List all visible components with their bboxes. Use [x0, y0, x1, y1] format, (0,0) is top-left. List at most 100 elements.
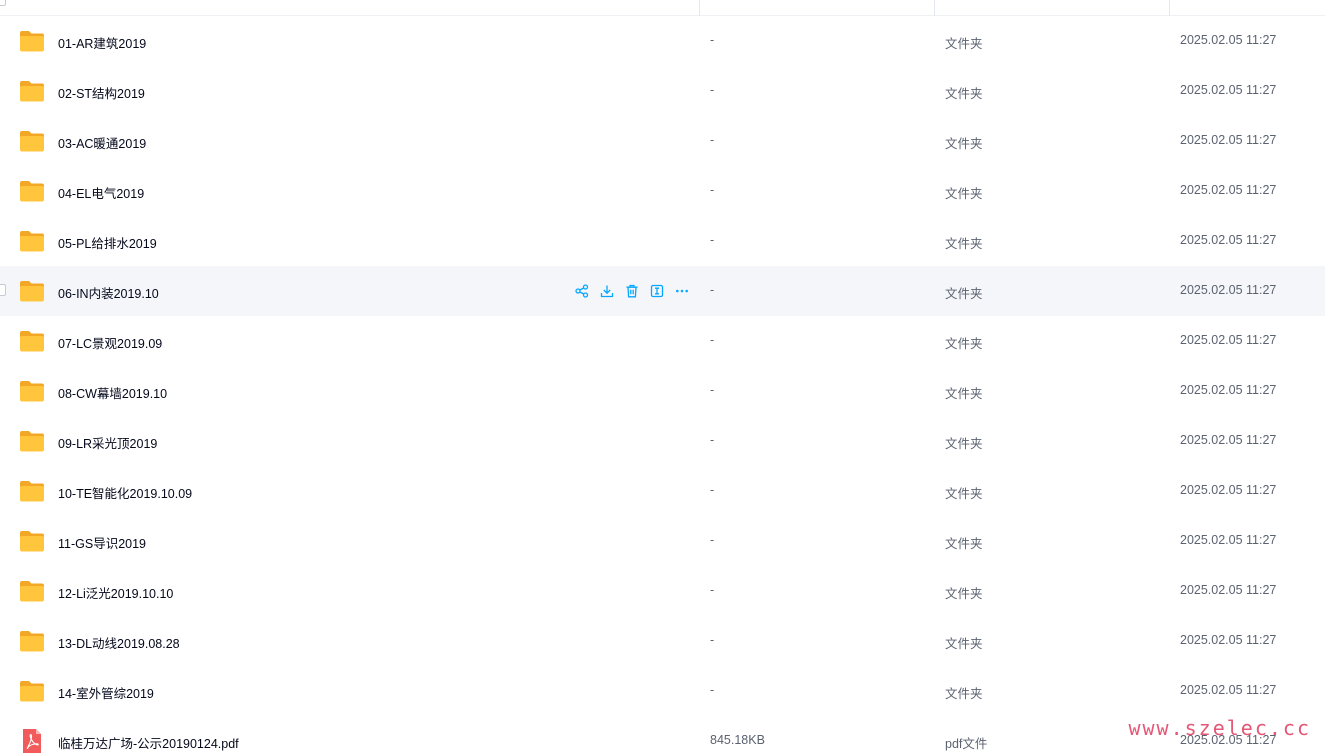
folder-icon: [19, 179, 45, 203]
file-type: 文件夹: [945, 487, 983, 501]
file-row[interactable]: 10-TE智能化2019.10.09 - 文件夹 2025.02.05 11:27: [0, 466, 1325, 516]
file-row[interactable]: 临桂万达广场-公示20190124.pdf 845.18KB pdf文件 2025.0…: [0, 716, 1325, 756]
share-icon: [575, 284, 589, 298]
file-modified-date: 2025.02.05 11:27: [1180, 333, 1277, 347]
file-size: -: [710, 33, 715, 47]
file-list: 01-AR建筑2019 - 文件夹 2025.02.05 11:27 02-ST结构20…: [0, 16, 1325, 756]
file-type: 文件夹: [945, 287, 983, 301]
rename-icon: [650, 284, 664, 298]
file-name[interactable]: 09-LR采光顶2019: [58, 433, 157, 452]
delete-icon: [625, 284, 639, 298]
file-size: -: [710, 483, 715, 497]
file-row[interactable]: 08-CW幕墙2019.10 - 文件夹 2025.02.05 11:27: [0, 366, 1325, 416]
file-size: -: [710, 683, 715, 697]
file-row[interactable]: 07-LC景观2019.09 - 文件夹 2025.02.05 11:27: [0, 316, 1325, 366]
pdf-icon: [19, 729, 45, 753]
file-name[interactable]: 07-LC景观2019.09: [58, 333, 162, 352]
watermark: www.szelec.cc: [1128, 716, 1311, 740]
file-name[interactable]: 06-IN内装2019.10: [58, 283, 159, 302]
file-type: 文件夹: [945, 437, 983, 451]
file-type: pdf文件: [945, 737, 988, 751]
file-size: -: [710, 583, 715, 597]
folder-icon: [19, 279, 45, 303]
file-name[interactable]: 14-室外管综2019: [58, 683, 154, 702]
file-name[interactable]: 11-GS导识2019: [58, 533, 146, 552]
file-row[interactable]: 02-ST结构2019 - 文件夹 2025.02.05 11:27: [0, 66, 1325, 116]
file-size: -: [710, 83, 715, 97]
file-modified-date: 2025.02.05 11:27: [1180, 183, 1277, 197]
file-row[interactable]: 12-Li泛光2019.10.10 - 文件夹 2025.02.05 11:27: [0, 566, 1325, 616]
folder-icon: [19, 229, 45, 253]
file-row[interactable]: 09-LR采光顶2019 - 文件夹 2025.02.05 11:27: [0, 416, 1325, 466]
file-row[interactable]: 14-室外管综2019 - 文件夹 2025.02.05 11:27: [0, 666, 1325, 716]
file-row[interactable]: 13-DL动线2019.08.28 - 文件夹 2025.02.05 11:27: [0, 616, 1325, 666]
file-modified-date: 2025.02.05 11:27: [1180, 383, 1277, 397]
file-row[interactable]: 05-PL给排水2019 - 文件夹 2025.02.05 11:27: [0, 216, 1325, 266]
delete-button[interactable]: [623, 282, 641, 300]
file-modified-date: 2025.02.05 11:27: [1180, 133, 1277, 147]
file-size: -: [710, 533, 715, 547]
more-icon: [675, 284, 689, 298]
file-type: 文件夹: [945, 187, 983, 201]
file-size: -: [710, 183, 715, 197]
folder-icon: [19, 579, 45, 603]
file-name[interactable]: 10-TE智能化2019.10.09: [58, 483, 192, 502]
column-divider[interactable]: [1169, 0, 1170, 16]
file-name[interactable]: 05-PL给排水2019: [58, 233, 157, 252]
file-size: 845.18KB: [710, 733, 765, 747]
file-type: 文件夹: [945, 537, 983, 551]
file-size: -: [710, 333, 715, 347]
file-name[interactable]: 03-AC暖通2019: [58, 133, 146, 152]
row-actions: [573, 282, 691, 300]
share-button[interactable]: [573, 282, 591, 300]
file-name[interactable]: 13-DL动线2019.08.28: [58, 633, 180, 652]
file-row[interactable]: 03-AC暖通2019 - 文件夹 2025.02.05 11:27: [0, 116, 1325, 166]
file-list-header: [0, 0, 1325, 16]
folder-icon: [19, 679, 45, 703]
folder-icon: [19, 329, 45, 353]
file-name[interactable]: 02-ST结构2019: [58, 83, 145, 102]
column-divider[interactable]: [699, 0, 700, 16]
file-modified-date: 2025.02.05 11:27: [1180, 283, 1277, 297]
file-size: -: [710, 383, 715, 397]
file-modified-date: 2025.02.05 11:27: [1180, 683, 1277, 697]
file-name[interactable]: 08-CW幕墙2019.10: [58, 383, 167, 402]
folder-icon: [19, 29, 45, 53]
file-row[interactable]: 06-IN内装2019.10 - 文件夹 2025.02.05 11:27: [0, 266, 1325, 316]
file-size: -: [710, 233, 715, 247]
file-modified-date: 2025.02.05 11:27: [1180, 33, 1277, 47]
column-divider[interactable]: [934, 0, 935, 16]
folder-icon: [19, 429, 45, 453]
file-name[interactable]: 12-Li泛光2019.10.10: [58, 583, 173, 602]
file-row[interactable]: 01-AR建筑2019 - 文件夹 2025.02.05 11:27: [0, 16, 1325, 66]
file-row[interactable]: 11-GS导识2019 - 文件夹 2025.02.05 11:27: [0, 516, 1325, 566]
folder-icon: [19, 479, 45, 503]
file-name[interactable]: 04-EL电气2019: [58, 183, 144, 202]
file-row[interactable]: 04-EL电气2019 - 文件夹 2025.02.05 11:27: [0, 166, 1325, 216]
file-modified-date: 2025.02.05 11:27: [1180, 633, 1277, 647]
row-checkbox[interactable]: [0, 284, 6, 296]
file-type: 文件夹: [945, 37, 983, 51]
file-type: 文件夹: [945, 237, 983, 251]
file-type: 文件夹: [945, 337, 983, 351]
file-name[interactable]: 临桂万达广场-公示20190124.pdf: [58, 733, 239, 752]
more-button[interactable]: [673, 282, 691, 300]
rename-button[interactable]: [648, 282, 666, 300]
folder-icon: [19, 79, 45, 103]
file-size: -: [710, 133, 715, 147]
file-type: 文件夹: [945, 137, 983, 151]
file-modified-date: 2025.02.05 11:27: [1180, 533, 1277, 547]
file-modified-date: 2025.02.05 11:27: [1180, 233, 1277, 247]
download-button[interactable]: [598, 282, 616, 300]
folder-icon: [19, 379, 45, 403]
download-icon: [600, 284, 614, 298]
file-modified-date: 2025.02.05 11:27: [1180, 433, 1277, 447]
select-all-checkbox[interactable]: [0, 0, 6, 6]
file-type: 文件夹: [945, 687, 983, 701]
folder-icon: [19, 129, 45, 153]
file-name[interactable]: 01-AR建筑2019: [58, 33, 146, 52]
file-type: 文件夹: [945, 387, 983, 401]
file-size: -: [710, 433, 715, 447]
file-size: -: [710, 633, 715, 647]
file-type: 文件夹: [945, 87, 983, 101]
